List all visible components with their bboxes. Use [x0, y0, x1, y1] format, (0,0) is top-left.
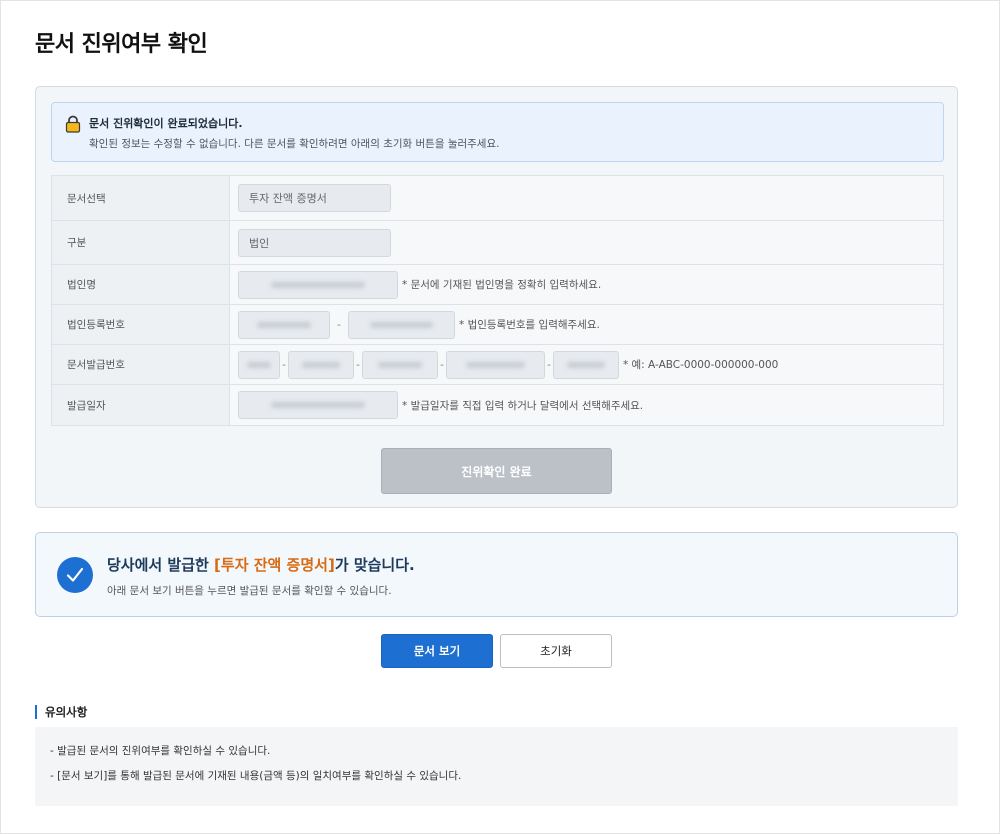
view-document-button[interactable]: 문서 보기 [381, 634, 493, 668]
result-title: 당사에서 발급한 [투자 잔액 증명서]가 맞습니다. [107, 554, 415, 575]
completion-notice: 문서 진위확인이 완료되었습니다. 확인된 정보는 수정할 수 없습니다. 다른… [51, 102, 944, 162]
doc-issue-no-input-1[interactable] [238, 350, 280, 379]
issue-date-hint: * 발급일자를 직접 입력 하거나 달력에서 선택해주세요. [402, 399, 644, 412]
corp-reg-no-label: 법인등록번호 [52, 305, 230, 344]
doc-issue-no-input-5[interactable] [552, 350, 619, 379]
issue-date-label: 발급일자 [52, 385, 230, 425]
corp-name-input[interactable] [238, 270, 398, 299]
form-row-document-select: 문서선택 투자 잔액 증명서 [52, 176, 943, 220]
doc-issue-no-input-3[interactable] [361, 350, 438, 379]
lock-icon [65, 115, 81, 133]
form-row-corp-reg-no: 법인등록번호 - * 법인등록번호를 입력해주세요. [52, 304, 943, 344]
form-row-corp-name: 법인명 * 문서에 기재된 법인명을 정확히 입력하세요. [52, 264, 943, 304]
notice-title: 문서 진위확인이 완료되었습니다. [89, 117, 243, 130]
result-title-prefix: 당사에서 발급한 [107, 556, 215, 574]
result-title-suffix: 가 맞습니다. [334, 556, 415, 574]
notes-heading: 유의사항 [35, 705, 87, 719]
note-item: - 발급된 문서의 진위여부를 확인하실 수 있습니다. [50, 745, 271, 757]
corp-reg-no-input-1[interactable] [238, 310, 330, 339]
corp-name-hint: * 문서에 기재된 법인명을 정확히 입력하세요. [402, 279, 602, 291]
category-field[interactable]: 법인 [238, 228, 391, 257]
form-row-issue-date: 발급일자 * 발급일자를 직접 입력 하거나 달력에서 선택해주세요. [52, 384, 943, 425]
corp-name-label: 법인명 [52, 265, 230, 304]
corp-reg-no-hint: * 법인등록번호를 입력해주세요. [458, 319, 600, 331]
doc-issue-no-separator-2: - [355, 358, 360, 371]
category-label: 구분 [52, 221, 230, 264]
document-select-field[interactable]: 투자 잔액 증명서 [238, 184, 391, 212]
reset-button[interactable]: 초기화 [500, 634, 612, 668]
document-select-label: 문서선택 [52, 176, 230, 220]
doc-issue-no-input-2[interactable] [287, 350, 354, 379]
doc-issue-no-label: 문서발급번호 [52, 345, 230, 384]
form-row-doc-issue-no: 문서발급번호 - - - - * 예: A-ABC-0000-000000-00… [52, 344, 943, 384]
result-title-highlight: [투자 잔액 증명서] [214, 556, 335, 574]
issue-date-input[interactable] [238, 391, 398, 419]
verification-form-panel: 문서 진위확인이 완료되었습니다. 확인된 정보는 수정할 수 없습니다. 다른… [35, 86, 958, 508]
corp-reg-no-separator: - [337, 318, 341, 331]
verification-result-panel: 당사에서 발급한 [투자 잔액 증명서]가 맞습니다. 아래 문서 보기 버튼을… [35, 532, 958, 617]
doc-issue-no-hint: * 예: A-ABC-0000-000000-000 [622, 359, 779, 371]
notice-description: 확인된 정보는 수정할 수 없습니다. 다른 문서를 확인하려면 아래의 초기화… [89, 138, 500, 150]
doc-issue-no-input-4[interactable] [445, 350, 545, 379]
page-title: 문서 진위여부 확인 [35, 32, 208, 57]
note-item: - [문서 보기]를 통해 발급된 문서에 기재된 내용(금액 등)의 일치여부… [50, 770, 462, 782]
verify-complete-button[interactable]: 진위확인 완료 [381, 448, 612, 494]
doc-issue-no-separator-1: - [282, 358, 286, 371]
result-description: 아래 문서 보기 버튼을 누르면 발급된 문서를 확인할 수 있습니다. [107, 585, 392, 597]
form-row-category: 구분 법인 [52, 220, 943, 264]
check-icon [57, 557, 93, 593]
notes-box: - 발급된 문서의 진위여부를 확인하실 수 있습니다. - [문서 보기]를 … [35, 727, 958, 806]
doc-issue-no-separator-3: - [439, 358, 444, 371]
corp-reg-no-input-2[interactable] [347, 310, 455, 339]
form-table: 문서선택 투자 잔액 증명서 구분 법인 법인명 * 문서에 기재된 법인명을 … [51, 175, 944, 426]
doc-issue-no-separator-4: - [546, 358, 551, 371]
